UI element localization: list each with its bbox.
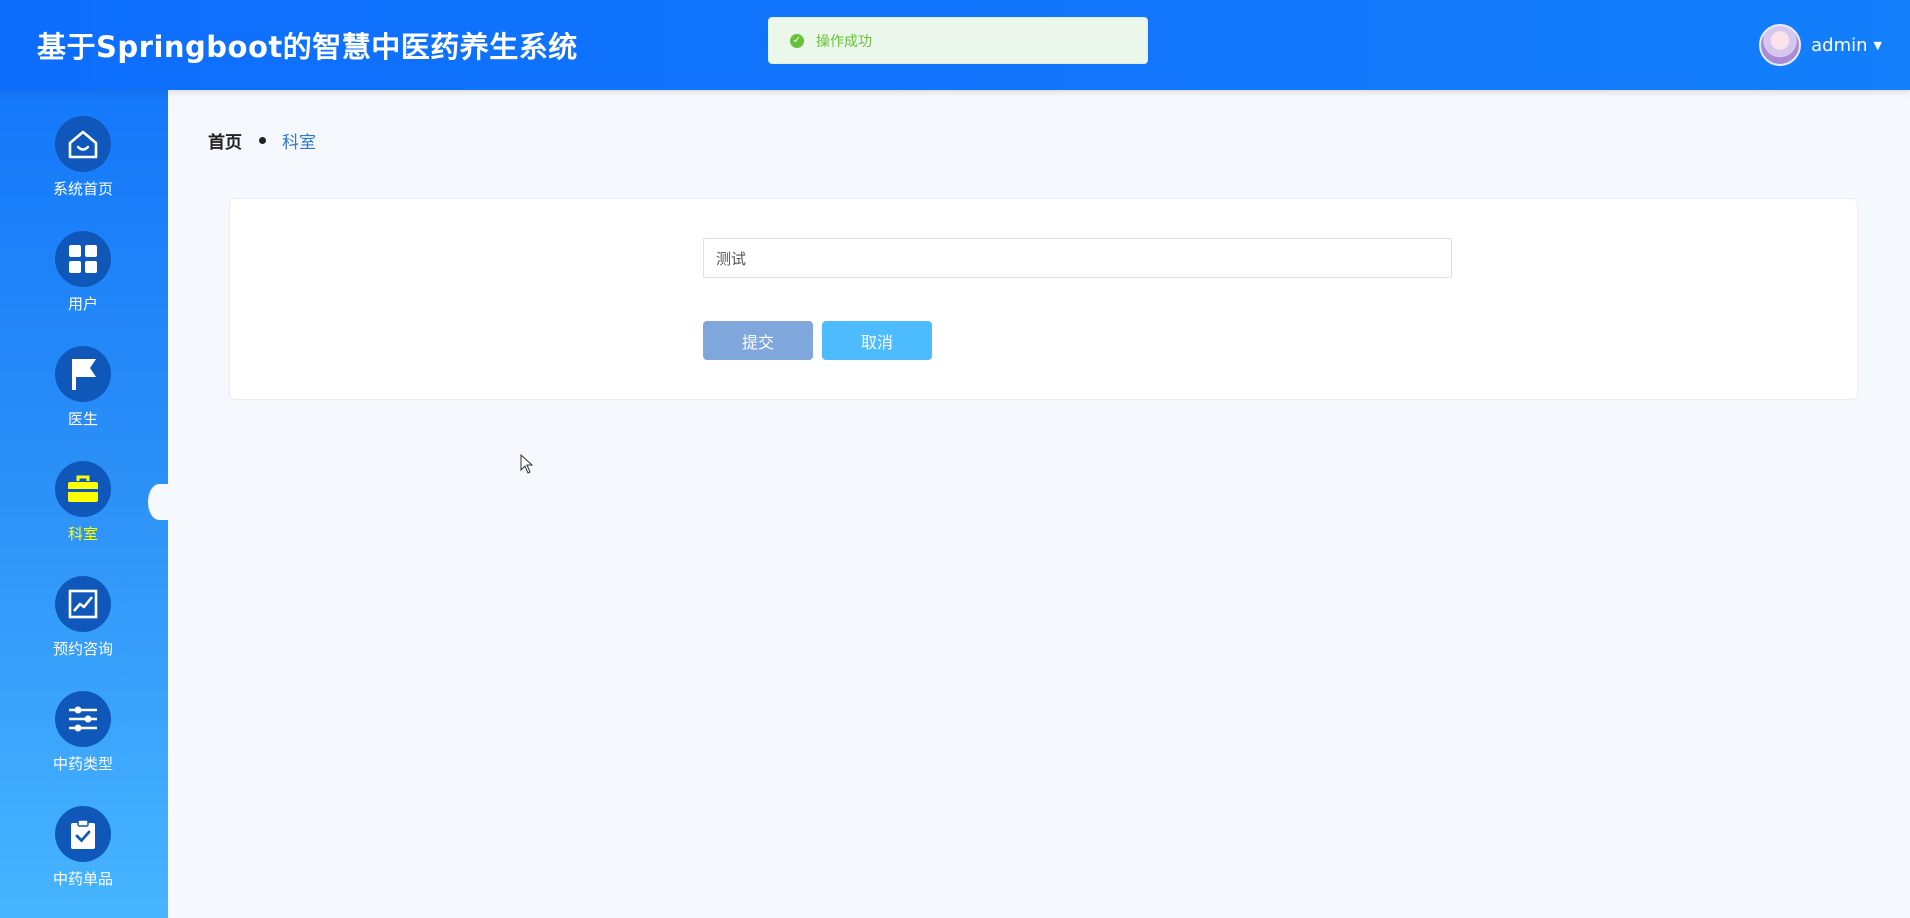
sidebar-item-herb-products[interactable]: 中药单品 <box>0 806 168 906</box>
app-title: 基于Springboot的智慧中医药养生系统 <box>37 30 578 64</box>
submit-button[interactable]: 提交 <box>703 321 813 360</box>
caret-down-icon[interactable]: ▼ <box>1874 39 1882 52</box>
department-input[interactable] <box>703 238 1452 278</box>
active-indicator <box>148 484 170 520</box>
sidebar-item-label: 预约咨询 <box>52 640 113 658</box>
sidebar-item-label: 用户 <box>67 295 98 313</box>
chart-line-icon <box>55 576 111 632</box>
clipboard-check-icon <box>55 806 111 862</box>
mouse-cursor-icon <box>520 453 534 478</box>
sidebar-item-home[interactable]: 系统首页 <box>0 116 168 216</box>
sidebar-item-label: 系统首页 <box>52 180 113 198</box>
sidebar-item-appointments[interactable]: 预约咨询 <box>0 576 168 676</box>
breadcrumb-home[interactable]: 首页 <box>208 128 242 153</box>
user-name[interactable]: admin <box>1811 35 1867 56</box>
sidebar-item-label: 中药单品 <box>52 870 113 888</box>
user-menu[interactable]: admin ▼ <box>1759 24 1882 66</box>
sidebar-item-label: 科室 <box>67 525 98 543</box>
sidebar-item-herb-types[interactable]: 中药类型 <box>0 691 168 791</box>
home-icon <box>55 116 111 172</box>
breadcrumb-separator <box>259 137 266 144</box>
check-circle-icon: ✓ <box>790 33 804 48</box>
sidebar-item-doctors[interactable]: 医生 <box>0 346 168 446</box>
breadcrumb-current: 科室 <box>282 133 316 153</box>
toast-message: 操作成功 <box>816 33 872 50</box>
sidebar: 系统首页 用户 医生 科室 预约咨询 中药类型 中药单品 <box>0 90 168 918</box>
flag-icon <box>55 346 111 402</box>
sidebar-item-users[interactable]: 用户 <box>0 231 168 331</box>
breadcrumb: 首页 科室 <box>208 128 316 153</box>
briefcase-icon <box>55 461 111 517</box>
sidebar-item-label: 医生 <box>67 410 98 428</box>
success-toast: ✓ 操作成功 <box>768 17 1148 64</box>
grid-icon <box>55 231 111 287</box>
avatar[interactable] <box>1759 24 1802 66</box>
sidebar-item-label: 中药类型 <box>52 755 113 773</box>
form-card: *科室 提交 取消 <box>229 198 1858 400</box>
sliders-icon <box>55 691 111 747</box>
cancel-button[interactable]: 取消 <box>822 321 932 360</box>
sidebar-item-departments[interactable]: 科室 <box>0 461 168 561</box>
